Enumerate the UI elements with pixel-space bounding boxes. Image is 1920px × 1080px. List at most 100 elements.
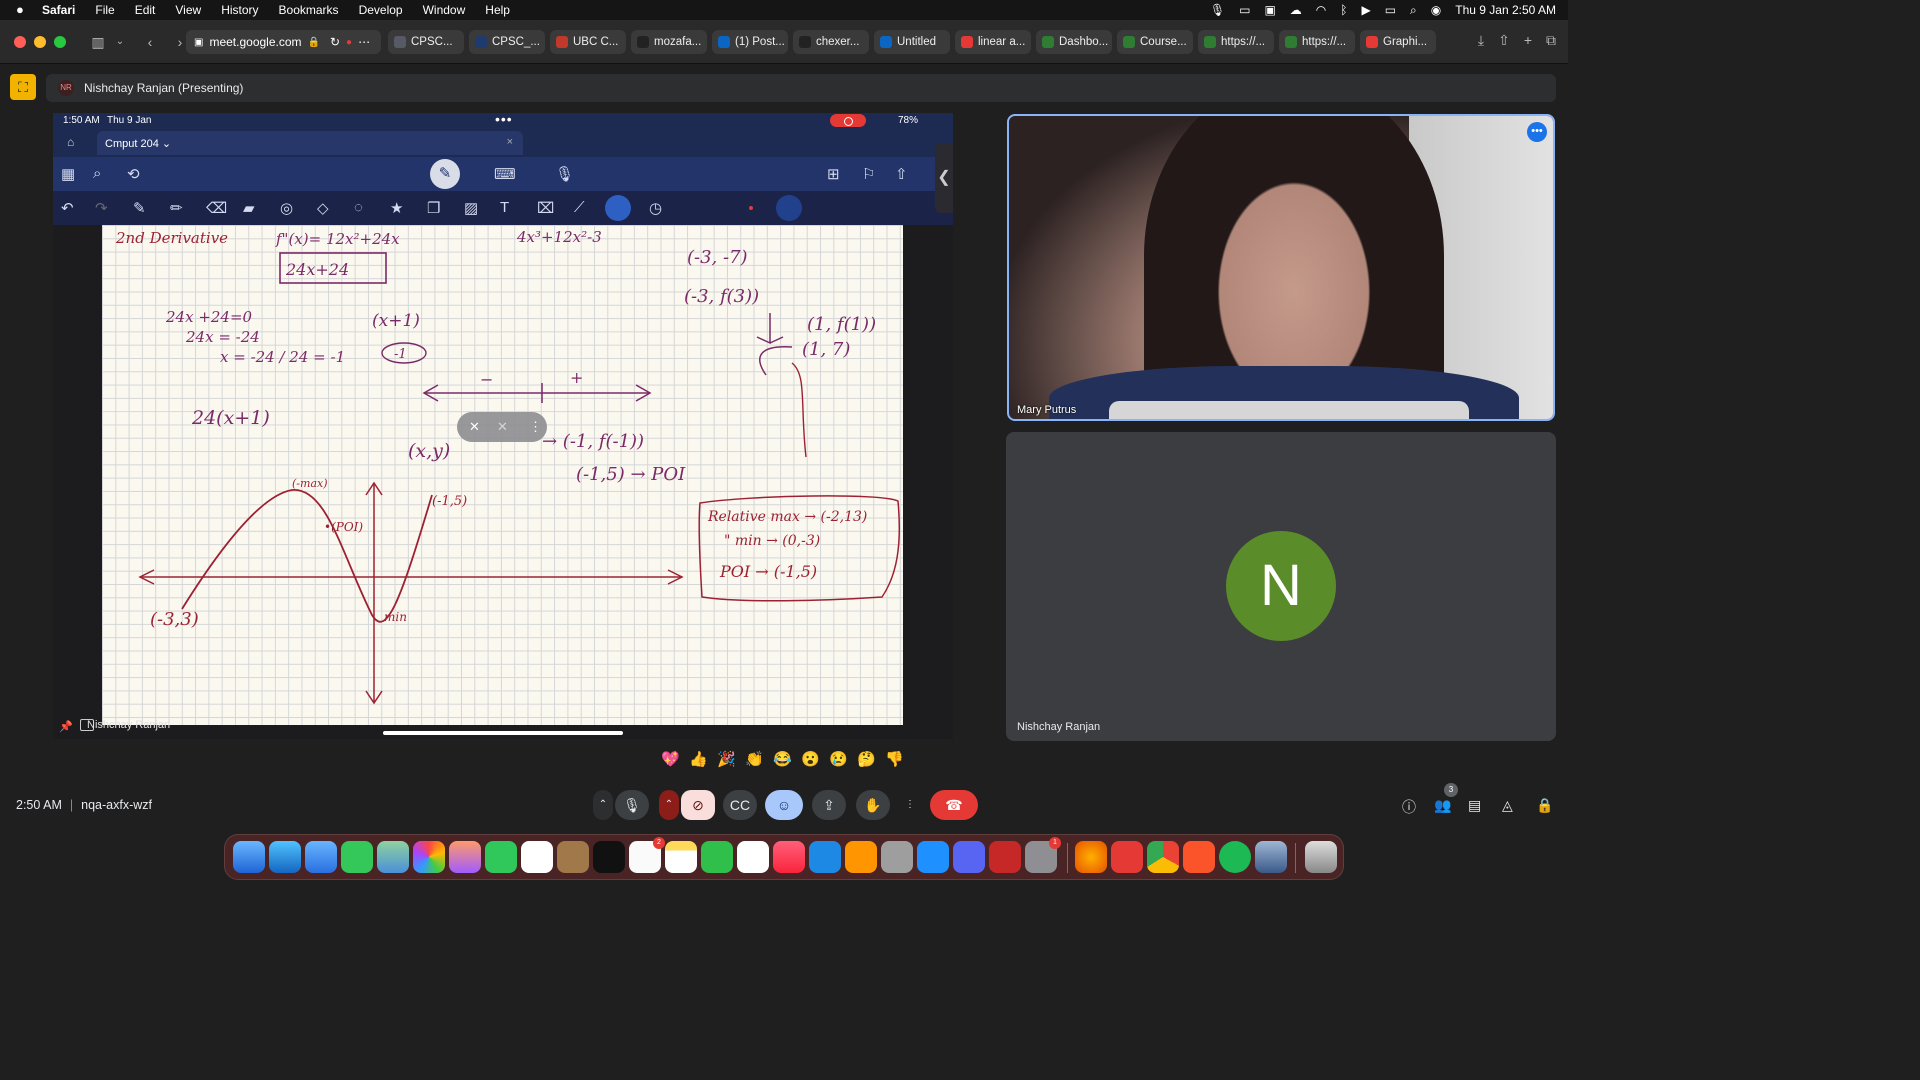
pin-presentation-icon[interactable]: ⛶ xyxy=(10,74,36,100)
menu-window[interactable]: Window xyxy=(423,3,466,17)
reaction-button[interactable]: 😮 xyxy=(800,750,821,768)
present-button[interactable]: ⇪ xyxy=(812,790,846,820)
minimize-window-button[interactable] xyxy=(34,35,46,48)
zoom-window-button[interactable] xyxy=(54,35,66,48)
chat-icon[interactable]: ▤ xyxy=(1468,797,1481,814)
numbers-icon[interactable] xyxy=(701,841,733,873)
activities-icon[interactable]: ◬ xyxy=(1502,797,1513,814)
music-icon[interactable] xyxy=(773,841,805,873)
app-store-icon[interactable] xyxy=(917,841,949,873)
app-red-icon[interactable] xyxy=(989,841,1021,873)
captions-button[interactable]: CC xyxy=(723,790,757,820)
shared-screen[interactable]: 1:50 AM Thu 9 Jan ••• 78% ⌂ Cmput 204 ⌄ … xyxy=(53,113,953,739)
safari-icon[interactable] xyxy=(269,841,301,873)
menu-edit[interactable]: Edit xyxy=(135,3,156,17)
tab-overview-icon[interactable]: ⧉ xyxy=(1546,32,1556,49)
vscode-icon[interactable] xyxy=(809,841,841,873)
chrome-icon[interactable] xyxy=(1147,841,1179,873)
sidebar-icon[interactable]: ▥ xyxy=(88,32,108,52)
reaction-button[interactable]: 🤔 xyxy=(856,750,877,768)
close-window-button[interactable] xyxy=(14,35,26,48)
system-settings-icon[interactable] xyxy=(1025,837,1061,873)
new-tab-icon[interactable]: + xyxy=(1524,32,1532,49)
apple-menu-icon[interactable]: ● xyxy=(16,3,30,17)
brave-icon[interactable] xyxy=(1183,841,1215,873)
browser-tab[interactable]: CPSC... xyxy=(388,30,464,54)
play-icon[interactable]: ▶ xyxy=(1361,3,1370,17)
menu-develop[interactable]: Develop xyxy=(359,3,403,17)
mail-icon[interactable] xyxy=(305,841,337,873)
menu-clock[interactable]: Thu 9 Jan 2:50 AM xyxy=(1455,3,1556,17)
trash-icon[interactable] xyxy=(1305,841,1337,873)
participant-tile-nishchay[interactable]: N Nishchay Ranjan xyxy=(1006,432,1556,741)
menu-history[interactable]: History xyxy=(221,3,258,17)
share-icon[interactable]: ⇧ xyxy=(1498,32,1510,49)
reaction-button[interactable]: 🎉 xyxy=(716,750,737,768)
microphone-button[interactable]: 🎙 xyxy=(615,790,649,820)
reaction-button[interactable]: 😢 xyxy=(828,750,849,768)
messages-icon[interactable] xyxy=(341,841,373,873)
firefox-icon[interactable] xyxy=(1075,841,1107,873)
browser-tab[interactable]: Course... xyxy=(1117,30,1193,54)
reaction-button[interactable]: 👏 xyxy=(744,750,765,768)
more-icon[interactable]: ⋯ xyxy=(358,35,370,49)
reaction-button[interactable]: 👎 xyxy=(884,750,905,768)
preview-icon[interactable] xyxy=(1255,841,1287,873)
browser-tab[interactable]: https://... xyxy=(1198,30,1274,54)
bluetooth-icon[interactable]: ᛒ xyxy=(1340,3,1347,17)
downloads-icon[interactable]: ⤓ xyxy=(1478,32,1484,49)
display-icon[interactable]: ▣ xyxy=(1264,3,1275,17)
notes-icon[interactable] xyxy=(665,841,697,873)
address-bar[interactable]: ▣ meet.google.com 🔒 ↻ ● ⋯ xyxy=(186,30,381,54)
more-options-button[interactable]: ⋮ xyxy=(900,790,920,820)
chevron-down-icon[interactable]: ⌄ xyxy=(110,32,130,52)
control-center-icon[interactable]: ◉ xyxy=(1431,3,1441,17)
browser-tab[interactable]: chexer... xyxy=(793,30,869,54)
browser-tab[interactable]: CPSC_... xyxy=(469,30,545,54)
browser-tab[interactable]: https://... xyxy=(1279,30,1355,54)
raise-hand-button[interactable]: ✋ xyxy=(856,790,890,820)
browser-tab[interactable]: Dashbo... xyxy=(1036,30,1112,54)
wifi-icon[interactable]: ◠ xyxy=(1316,3,1326,17)
spotlight-search-icon[interactable]: ⌕ xyxy=(1410,3,1417,18)
browser-tab[interactable]: mozafa... xyxy=(631,30,707,54)
url-text[interactable]: meet.google.com xyxy=(209,35,301,49)
menu-bookmarks[interactable]: Bookmarks xyxy=(279,3,339,17)
browser-tab[interactable]: linear a... xyxy=(955,30,1031,54)
contacts-icon[interactable] xyxy=(557,841,589,873)
battery-icon[interactable]: ▭ xyxy=(1385,3,1396,17)
reaction-button[interactable]: 💖 xyxy=(660,750,681,768)
leave-call-button[interactable]: ☎ xyxy=(930,790,978,820)
maps-icon[interactable] xyxy=(377,841,409,873)
screen-share-status-icon[interactable]: ▭ xyxy=(1239,3,1250,17)
whatsapp-icon[interactable] xyxy=(881,841,913,873)
pages-icon[interactable] xyxy=(845,841,877,873)
discord-icon[interactable] xyxy=(953,841,985,873)
facetime-icon[interactable] xyxy=(485,841,517,873)
audio-options-icon[interactable]: ⌃ xyxy=(593,790,613,820)
browser-tab[interactable]: UBC C... xyxy=(550,30,626,54)
menu-safari[interactable]: Safari xyxy=(42,3,75,17)
host-controls-icon[interactable]: 🔒 xyxy=(1536,797,1553,814)
participant-more-icon[interactable]: ••• xyxy=(1527,122,1547,142)
participant-tile-mary[interactable]: Mary Putrus ••• xyxy=(1007,114,1555,421)
menu-help[interactable]: Help xyxy=(485,3,510,17)
meeting-details-icon[interactable]: ⓘ xyxy=(1402,797,1416,817)
menu-view[interactable]: View xyxy=(175,3,201,17)
calendar-icon[interactable] xyxy=(521,841,553,873)
freeform-icon[interactable] xyxy=(737,841,769,873)
app-stripe-icon[interactable] xyxy=(1111,841,1143,873)
browser-tab[interactable]: Graphi... xyxy=(1360,30,1436,54)
emoji-button[interactable]: ☺ xyxy=(765,790,803,820)
reload-icon[interactable]: ↻ xyxy=(330,35,340,49)
reaction-button[interactable]: 😂 xyxy=(772,750,793,768)
reminders-icon[interactable] xyxy=(629,837,665,873)
cloud-icon[interactable]: ☁ xyxy=(1290,3,1302,17)
video-options-icon[interactable]: ⌃ xyxy=(659,790,679,820)
reaction-button[interactable]: 👍 xyxy=(688,750,709,768)
browser-tab[interactable]: Untitled xyxy=(874,30,950,54)
launchpad-icon[interactable] xyxy=(449,841,481,873)
apple-tv-icon[interactable] xyxy=(593,841,625,873)
mic-in-use-icon[interactable]: ● xyxy=(346,37,352,48)
camera-off-button[interactable]: ⊘ xyxy=(681,790,715,820)
